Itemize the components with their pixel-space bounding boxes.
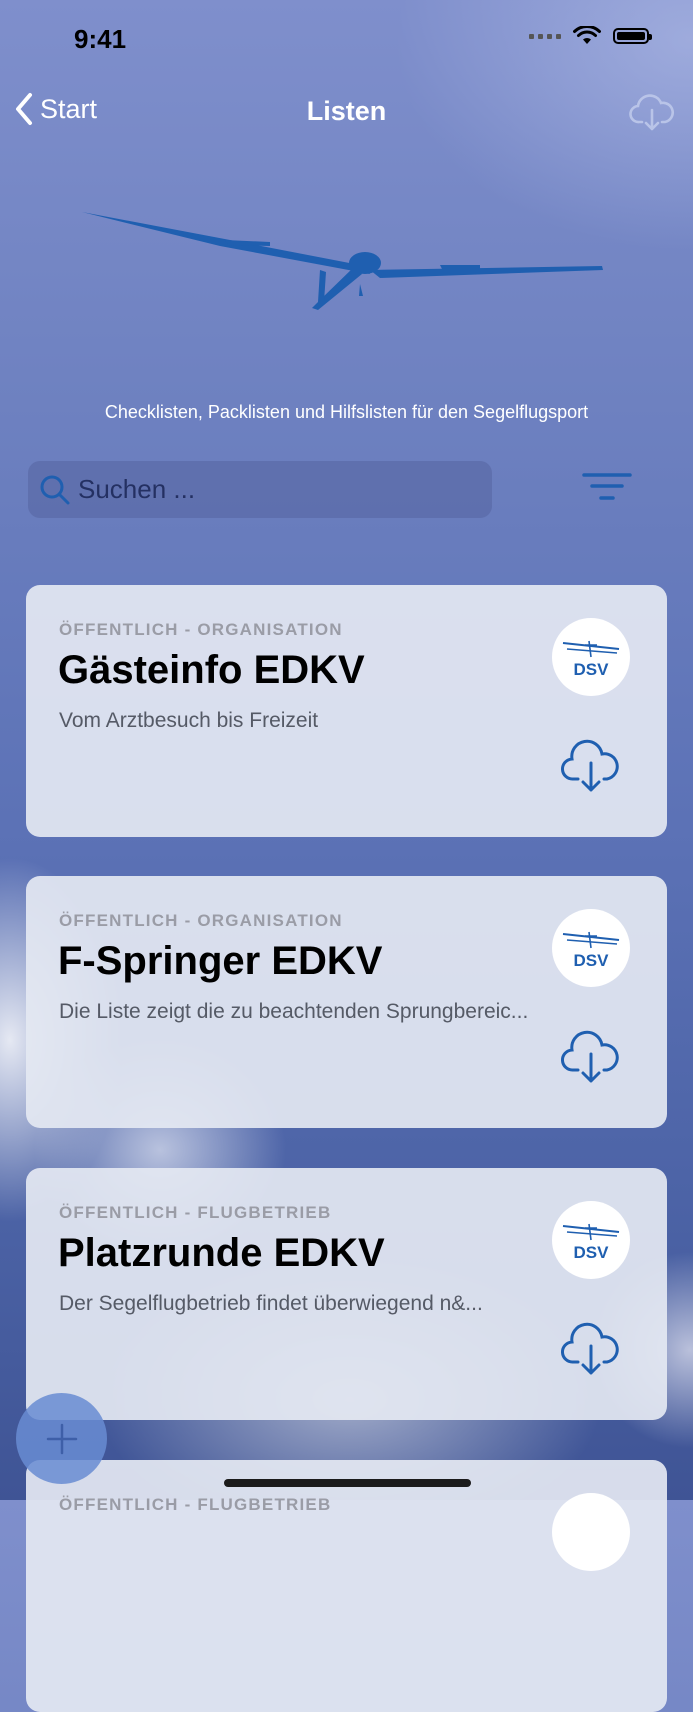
filter-button[interactable] xyxy=(582,472,632,507)
dsv-logo xyxy=(552,1493,630,1571)
glider-illustration xyxy=(82,212,603,310)
card-description: Die Liste zeigt die zu beachtenden Sprun… xyxy=(59,1000,529,1023)
list-card[interactable]: ÖFFENTLICH - ORGANISATION Gästeinfo EDKV… xyxy=(26,585,667,837)
cloud-download-button[interactable] xyxy=(628,92,676,137)
page-title: Listen xyxy=(306,96,387,126)
dsv-logo: DSV xyxy=(552,1201,630,1279)
status-icons xyxy=(529,26,652,46)
cloud-download-icon xyxy=(629,94,674,131)
dsv-logo: DSV xyxy=(552,909,630,987)
status-time: 9:41 xyxy=(74,24,127,54)
add-list-button[interactable] xyxy=(16,1393,107,1484)
search-input[interactable] xyxy=(76,473,480,506)
cloud-download-icon xyxy=(561,1030,619,1083)
cellular-signal-icon xyxy=(529,33,561,39)
card-category: ÖFFENTLICH - ORGANISATION xyxy=(59,911,343,930)
card-category: ÖFFENTLICH - FLUGBETRIEB xyxy=(59,1203,332,1222)
card-download-button[interactable] xyxy=(560,739,622,800)
dsv-logo: DSV xyxy=(552,618,630,696)
list-card[interactable]: ÖFFENTLICH - FLUGBETRIEB xyxy=(26,1460,667,1712)
card-title: F-Springer EDKV xyxy=(58,939,383,983)
card-download-button[interactable] xyxy=(560,1322,622,1383)
cloud-download-icon xyxy=(561,1322,619,1375)
list-card[interactable]: ÖFFENTLICH - ORGANISATION F-Springer EDK… xyxy=(26,876,667,1128)
card-description: Vom Arztbesuch bis Freizeit xyxy=(59,709,319,732)
wifi-icon xyxy=(573,26,601,44)
card-title: Gästeinfo EDKV xyxy=(58,648,365,692)
list-card[interactable]: ÖFFENTLICH - FLUGBETRIEB Platzrunde EDKV… xyxy=(26,1168,667,1420)
plus-icon xyxy=(46,1423,77,1454)
card-download-button[interactable] xyxy=(560,1030,622,1091)
logo-text: DSV xyxy=(574,660,610,679)
search-icon xyxy=(38,473,72,507)
card-category: ÖFFENTLICH - ORGANISATION xyxy=(59,620,343,639)
home-indicator xyxy=(224,1479,471,1487)
search-bar[interactable] xyxy=(28,461,492,518)
filter-icon xyxy=(582,473,632,500)
logo-text: DSV xyxy=(574,1243,610,1262)
header-tagline: Checklisten, Packlisten und Hilfslisten … xyxy=(104,402,589,422)
card-title: Platzrunde EDKV xyxy=(58,1231,385,1275)
cloud-download-icon xyxy=(561,739,619,792)
battery-icon xyxy=(613,28,652,44)
card-description: Der Segelflugbetrieb findet überwiegend … xyxy=(59,1292,483,1315)
logo-text: DSV xyxy=(574,951,610,970)
card-category: ÖFFENTLICH - FLUGBETRIEB xyxy=(59,1495,332,1514)
